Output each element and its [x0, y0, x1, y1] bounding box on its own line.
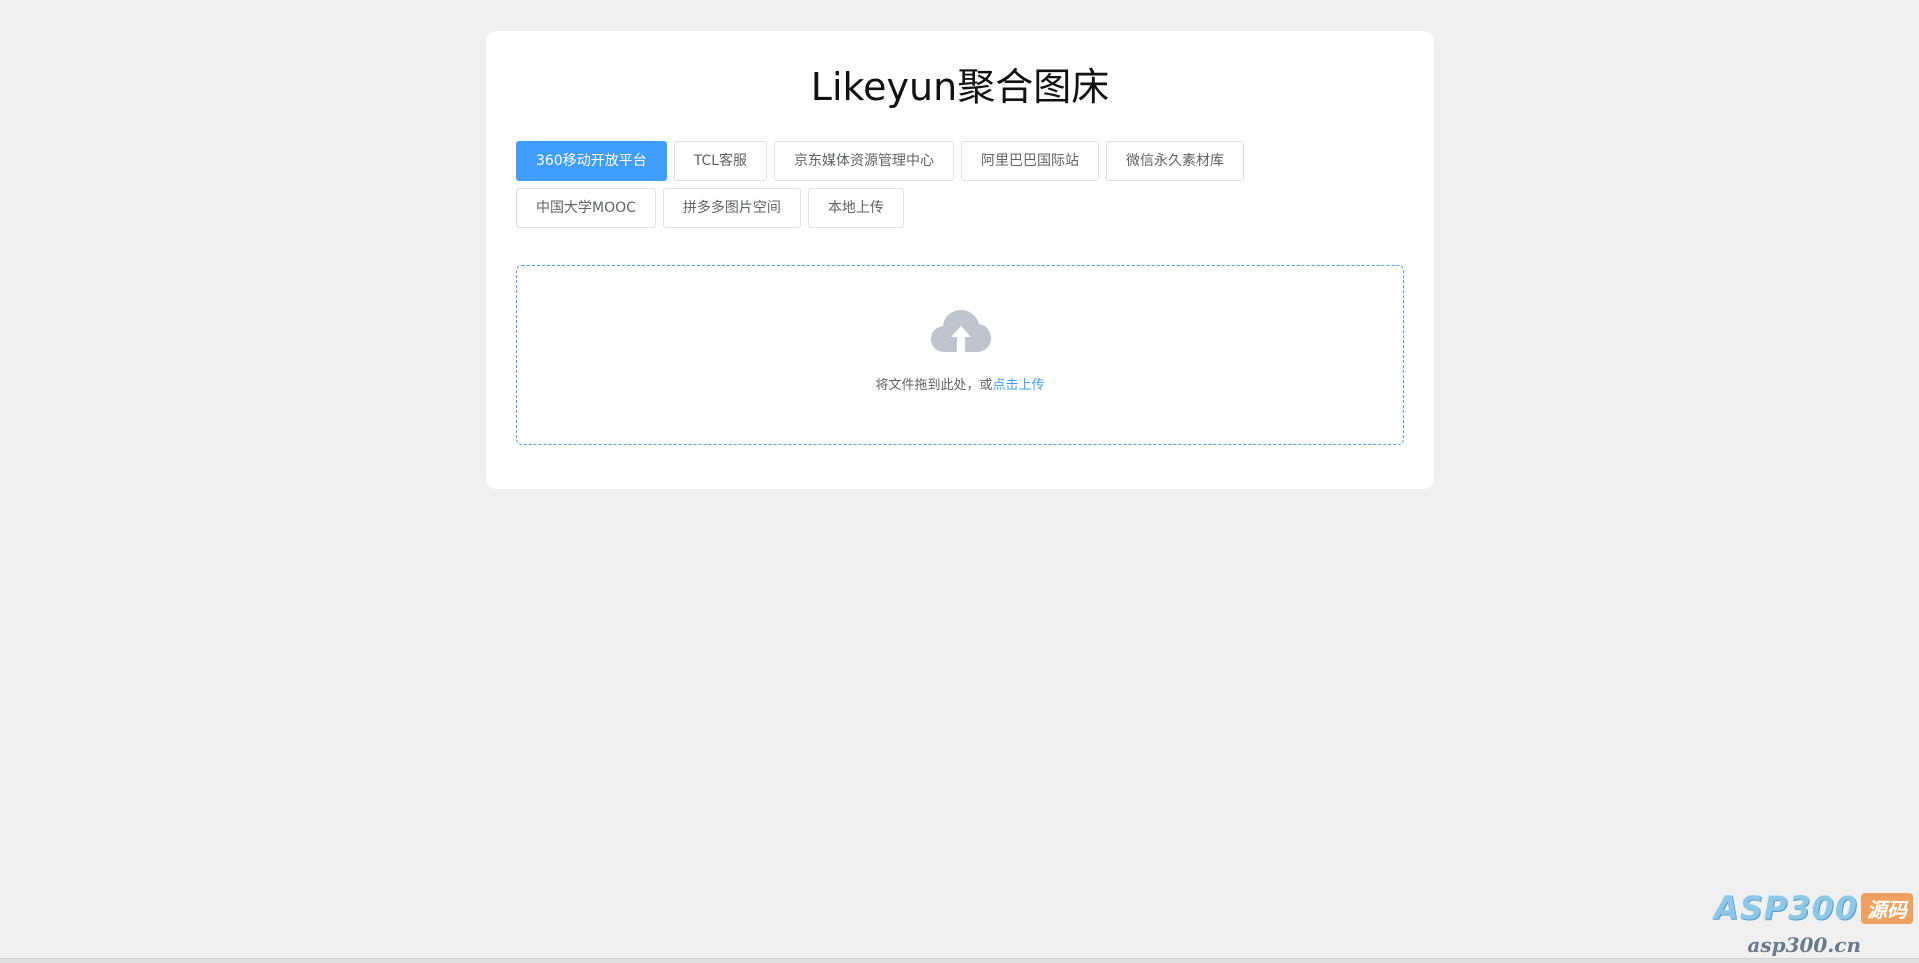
tab-local-upload[interactable]: 本地上传 [807, 188, 904, 228]
host-tabs: 360移动开放平台 TCL客服 京东媒体资源管理中心 阿里巴巴国际站 微信永久素… [516, 141, 1404, 235]
cloud-upload-icon [931, 310, 991, 352]
upload-dropzone[interactable]: 将文件拖到此处，或点击上传 [516, 265, 1404, 445]
watermark-logo: ASP300 源码 [1714, 889, 1913, 927]
bottom-scrollbar[interactable] [0, 958, 1919, 963]
tab-alibaba-international[interactable]: 阿里巴巴国际站 [961, 141, 1100, 181]
tab-row-1: 360移动开放平台 TCL客服 京东媒体资源管理中心 阿里巴巴国际站 微信永久素… [516, 141, 1404, 181]
tab-pinduoduo-space[interactable]: 拼多多图片空间 [662, 188, 801, 228]
tab-jd-media-center[interactable]: 京东媒体资源管理中心 [774, 141, 955, 181]
page-title: Likeyun聚合图床 [810, 65, 1110, 109]
upload-drag-text: 将文件拖到此处，或 [875, 378, 993, 393]
tab-china-mooc[interactable]: 中国大学MOOC [516, 188, 656, 228]
asp300-watermark: ASP300 源码 asp300.cn [1713, 889, 1913, 957]
click-upload-link[interactable]: 点击上传 [993, 378, 1045, 393]
upload-instructions: 将文件拖到此处，或点击上传 [517, 374, 1403, 393]
tab-tcl-service[interactable]: TCL客服 [673, 141, 768, 181]
watermark-badge: 源码 [1861, 892, 1913, 924]
watermark-url: asp300.cn [1747, 933, 1861, 957]
watermark-brand: ASP300 [1713, 889, 1858, 927]
tab-360-open-platform[interactable]: 360移动开放平台 [516, 141, 667, 181]
tab-wechat-material[interactable]: 微信永久素材库 [1106, 141, 1245, 181]
main-card: Likeyun聚合图床 360移动开放平台 TCL客服 京东媒体资源管理中心 阿… [486, 31, 1434, 489]
tab-row-2: 中国大学MOOC 拼多多图片空间 本地上传 [516, 188, 1404, 228]
